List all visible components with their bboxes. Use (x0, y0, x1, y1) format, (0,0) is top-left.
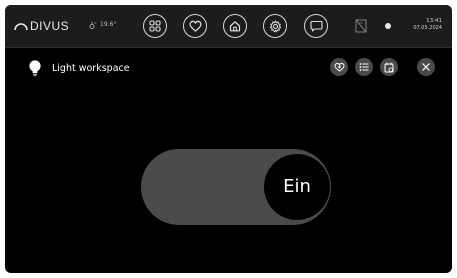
gear-icon (269, 19, 281, 33)
list-button[interactable] (355, 58, 373, 76)
favorites-button[interactable] (183, 14, 207, 38)
page-title: Light workspace (52, 63, 130, 74)
top-bar: DIVUS 19.6° 13:41 07.05.2024 (5, 5, 452, 48)
apps-button[interactable] (143, 14, 167, 38)
close-icon (422, 63, 430, 71)
brand-name: DIVUS (30, 19, 70, 33)
temperature-indicator: 19.6° (89, 20, 116, 30)
heart-icon (188, 20, 202, 32)
app-screen: DIVUS 19.6° 13:41 07.05.2024 Light works… (5, 5, 452, 273)
logo-arc-icon (14, 23, 28, 31)
apps-grid-icon (149, 20, 161, 32)
home-button[interactable] (223, 14, 247, 38)
close-button[interactable] (417, 58, 435, 76)
settings-button[interactable] (263, 14, 287, 38)
add-favorite-button[interactable] (330, 58, 348, 76)
thermometer-icon (89, 21, 97, 29)
home-icon (229, 21, 241, 32)
schedule-icon (384, 62, 394, 72)
messages-button[interactable] (304, 14, 328, 38)
light-toggle-switch[interactable]: Ein (141, 149, 331, 225)
add-favorite-icon (333, 62, 345, 72)
clock: 13:41 07.05.2024 (413, 18, 442, 32)
toggle-knob[interactable]: Ein (264, 154, 330, 220)
toggle-state-label: Ein (283, 176, 311, 197)
schedule-button[interactable] (380, 58, 398, 76)
clock-time: 13:41 (426, 18, 442, 24)
temperature-value: 19.6° (100, 21, 117, 28)
clock-date: 07.05.2024 (413, 25, 442, 31)
divus-logo: DIVUS (14, 18, 69, 34)
list-icon (359, 63, 369, 71)
chat-icon (309, 20, 323, 32)
network-disconnected-icon (355, 19, 367, 33)
status-dot-icon (385, 23, 391, 29)
lightbulb-icon (28, 60, 42, 77)
